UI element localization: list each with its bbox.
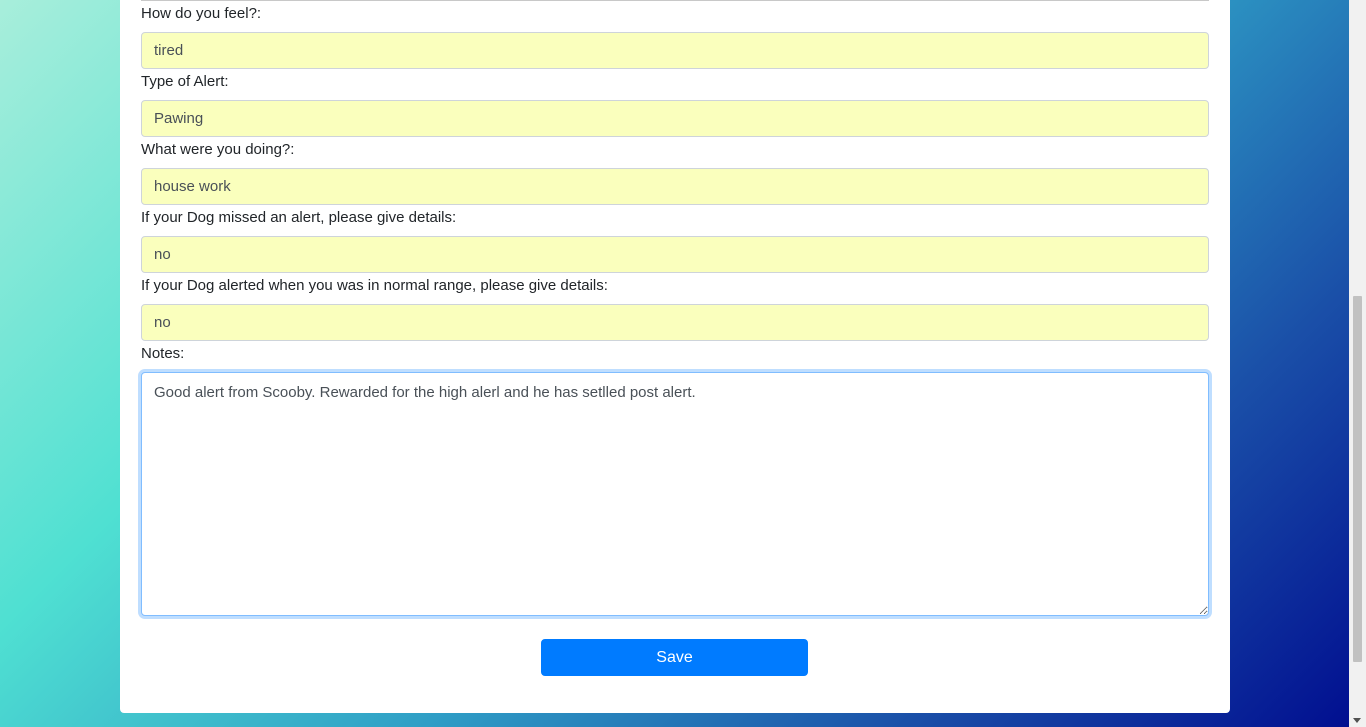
scroll-down-arrow-icon[interactable] [1353,718,1361,723]
doing-input[interactable] [141,168,1209,205]
alert-type-input[interactable] [141,100,1209,137]
form-card: How do you feel?: Type of Alert: What we… [120,0,1230,713]
notes-label: Notes: [141,345,185,362]
page-scrollbar[interactable] [1349,0,1366,727]
feel-label: How do you feel?: [141,5,262,22]
normal-range-alert-input[interactable] [141,304,1209,341]
notes-textarea[interactable]: Good alert from Scooby. Rewarded for the… [141,372,1209,616]
missed-alert-input[interactable] [141,236,1209,273]
save-button[interactable]: Save [541,639,808,676]
missed-alert-label: If your Dog missed an alert, please give… [141,209,457,226]
normal-range-alert-label: If your Dog alerted when you was in norm… [141,277,608,294]
feel-input[interactable] [141,32,1209,69]
doing-label: What were you doing?: [141,141,295,158]
alert-type-label: Type of Alert: [141,73,229,90]
divider [141,0,1209,1]
scrollbar-thumb[interactable] [1353,296,1362,662]
